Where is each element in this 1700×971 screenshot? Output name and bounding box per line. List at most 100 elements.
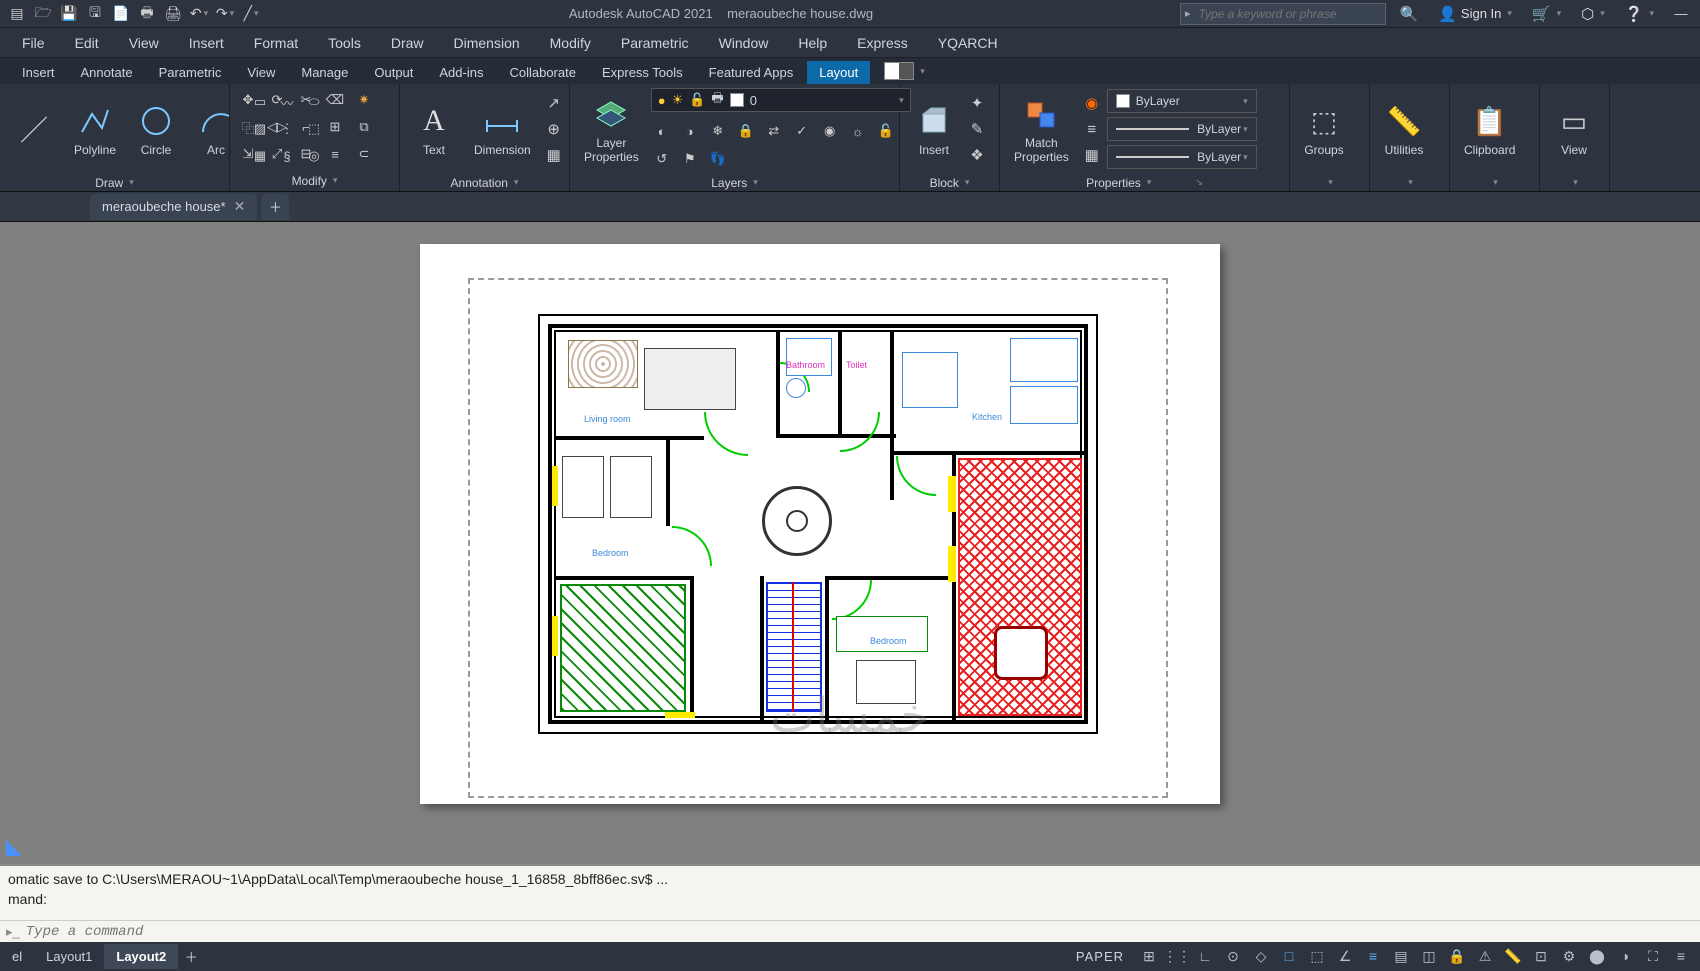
- undo-icon[interactable]: ↶▾: [188, 3, 210, 25]
- match-properties-button[interactable]: Match Properties: [1006, 88, 1077, 170]
- grid-icon[interactable]: ⊞: [1136, 944, 1162, 968]
- layerunlock-icon[interactable]: 🔓: [875, 120, 897, 142]
- menu-tools[interactable]: Tools: [314, 31, 375, 55]
- layeron-icon[interactable]: ◉: [819, 120, 841, 142]
- lineweight-dropdown[interactable]: ByLayer▾: [1107, 117, 1257, 141]
- layermatch-icon[interactable]: ⇄: [763, 120, 785, 142]
- ribbon-tab-layout[interactable]: Layout: [807, 61, 870, 84]
- polyline-tool[interactable]: Polyline: [66, 88, 124, 170]
- trim-icon[interactable]: ✂: [294, 88, 318, 112]
- stretch-icon[interactable]: ⇲: [236, 142, 260, 166]
- command-line[interactable]: ▸_: [0, 920, 1700, 942]
- panel-dialog-launcher-icon[interactable]: ↘: [1195, 177, 1203, 188]
- panel-utilities-title[interactable]: ▾: [1370, 174, 1449, 191]
- polar-icon[interactable]: ⊙: [1220, 944, 1246, 968]
- erase-icon[interactable]: ⌫: [323, 88, 347, 112]
- circle-tool[interactable]: Circle: [128, 88, 184, 170]
- menu-insert[interactable]: Insert: [175, 31, 238, 55]
- infocenter-search-icon[interactable]: 🔍: [1394, 3, 1425, 25]
- layerstate-icon[interactable]: ⚑: [679, 148, 701, 170]
- ribbon-tab-express-tools[interactable]: Express Tools: [590, 61, 695, 84]
- help-icon[interactable]: ❔▾: [1619, 3, 1660, 25]
- layout-tab-el[interactable]: el: [0, 944, 34, 969]
- array-icon[interactable]: ⊞: [323, 115, 347, 139]
- line-tool[interactable]: ／: [6, 88, 62, 170]
- customize-icon[interactable]: ≡: [1668, 944, 1694, 968]
- 3dosnap-icon[interactable]: ⬚: [1304, 944, 1330, 968]
- menu-dimension[interactable]: Dimension: [440, 31, 534, 55]
- panel-groups-title[interactable]: ▾: [1290, 174, 1369, 191]
- layerlock-icon[interactable]: 🔒: [735, 120, 757, 142]
- menu-file[interactable]: File: [8, 31, 59, 55]
- ribbon-tab-featured-apps[interactable]: Featured Apps: [697, 61, 806, 84]
- close-icon[interactable]: ✕: [234, 198, 246, 215]
- selection-cycling-icon[interactable]: ◫: [1416, 944, 1442, 968]
- arrayrect-icon[interactable]: ⊟: [294, 142, 318, 166]
- panel-properties-title[interactable]: Properties ▾↘: [1000, 174, 1289, 191]
- add-layout-button[interactable]: ＋: [178, 942, 204, 971]
- command-input[interactable]: [26, 924, 1700, 940]
- units-icon[interactable]: 📏: [1500, 944, 1526, 968]
- search-input[interactable]: [1195, 7, 1385, 21]
- copy-icon[interactable]: ⿻: [236, 115, 260, 139]
- ortho-icon[interactable]: ∟: [1192, 944, 1218, 968]
- autodesk-app-icon[interactable]: 🛒▾: [1526, 3, 1567, 25]
- minimize-icon[interactable]: —: [1668, 3, 1694, 25]
- layerprev-icon[interactable]: ↺: [651, 148, 673, 170]
- lwt-icon[interactable]: ≡: [1360, 944, 1386, 968]
- scale-icon[interactable]: ⤢: [265, 142, 289, 166]
- workspace-icon[interactable]: ⚙: [1556, 944, 1582, 968]
- layeriso-icon[interactable]: ◑: [679, 120, 701, 142]
- menu-view[interactable]: View: [115, 31, 173, 55]
- menu-yqarch[interactable]: YQARCH: [924, 31, 1012, 55]
- clipboard-button[interactable]: 📋Clipboard: [1456, 88, 1523, 170]
- color-dropdown[interactable]: ByLayer▾: [1107, 89, 1257, 113]
- isodraft-icon[interactable]: ◇: [1248, 944, 1274, 968]
- transparency-icon[interactable]: ▦: [1081, 144, 1103, 166]
- otrack-icon[interactable]: ∠: [1332, 944, 1358, 968]
- viewport[interactable]: Living room Bedroom Kitchen Bathroom Toi…: [538, 314, 1098, 734]
- layercur-icon[interactable]: ✓: [791, 120, 813, 142]
- linetype-dropdown[interactable]: ByLayer▾: [1107, 145, 1257, 169]
- hardware-icon[interactable]: ⬤: [1584, 944, 1610, 968]
- subset-icon[interactable]: ⊂: [352, 142, 376, 166]
- align-icon[interactable]: ≡: [323, 142, 347, 166]
- ribbon-tab-collaborate[interactable]: Collaborate: [497, 61, 588, 84]
- document-tab[interactable]: meraoubeche house* ✕: [90, 194, 257, 220]
- print-icon[interactable]: 🖨: [162, 3, 184, 25]
- menu-modify[interactable]: Modify: [536, 31, 605, 55]
- quickprops-icon[interactable]: ⊡: [1528, 944, 1554, 968]
- layerthaw-icon[interactable]: ☼: [847, 120, 869, 142]
- layout-tab-layout1[interactable]: Layout1: [34, 944, 104, 969]
- open-icon[interactable]: 🗁: [32, 3, 54, 25]
- panel-view-title[interactable]: ▾: [1540, 174, 1609, 191]
- space-indicator[interactable]: PAPER: [1066, 949, 1134, 964]
- workspace-switch-icon[interactable]: [884, 62, 914, 80]
- new-icon[interactable]: ▤: [6, 3, 28, 25]
- layer-dropdown[interactable]: ● ☀ 🔓 🖶 0 ▾: [651, 88, 911, 112]
- layeroff-icon[interactable]: ◐: [651, 120, 673, 142]
- menu-parametric[interactable]: Parametric: [607, 31, 703, 55]
- lineweight-icon[interactable]: ≡: [1081, 118, 1103, 140]
- layerwalk-icon[interactable]: 👣: [707, 148, 729, 170]
- search-box[interactable]: ▸: [1180, 3, 1386, 25]
- brush-icon[interactable]: ╱▾: [240, 3, 262, 25]
- panel-modify-title[interactable]: Modify ▾: [230, 170, 399, 191]
- annomon-icon[interactable]: ⚠: [1472, 944, 1498, 968]
- save-icon[interactable]: 💾: [58, 3, 80, 25]
- a360-icon[interactable]: ⬡▾: [1575, 3, 1611, 25]
- ribbon-tab-parametric[interactable]: Parametric: [147, 61, 234, 84]
- web-open-icon[interactable]: 📄: [110, 3, 132, 25]
- menu-edit[interactable]: Edit: [61, 31, 113, 55]
- ribbon-tab-output[interactable]: Output: [362, 61, 425, 84]
- plot-icon[interactable]: 🖶: [136, 3, 158, 25]
- panel-block-title[interactable]: Block ▾: [900, 174, 999, 191]
- saveas-icon[interactable]: 🖫: [84, 3, 106, 25]
- create-block-icon[interactable]: ✦: [966, 92, 988, 114]
- transparency-status-icon[interactable]: ▤: [1388, 944, 1414, 968]
- menu-help[interactable]: Help: [784, 31, 841, 55]
- menu-draw[interactable]: Draw: [377, 31, 438, 55]
- attr-block-icon[interactable]: ❖: [966, 144, 988, 166]
- cleanscreen-icon[interactable]: ⛶: [1640, 944, 1666, 968]
- groups-button[interactable]: ⬚Groups: [1296, 88, 1352, 170]
